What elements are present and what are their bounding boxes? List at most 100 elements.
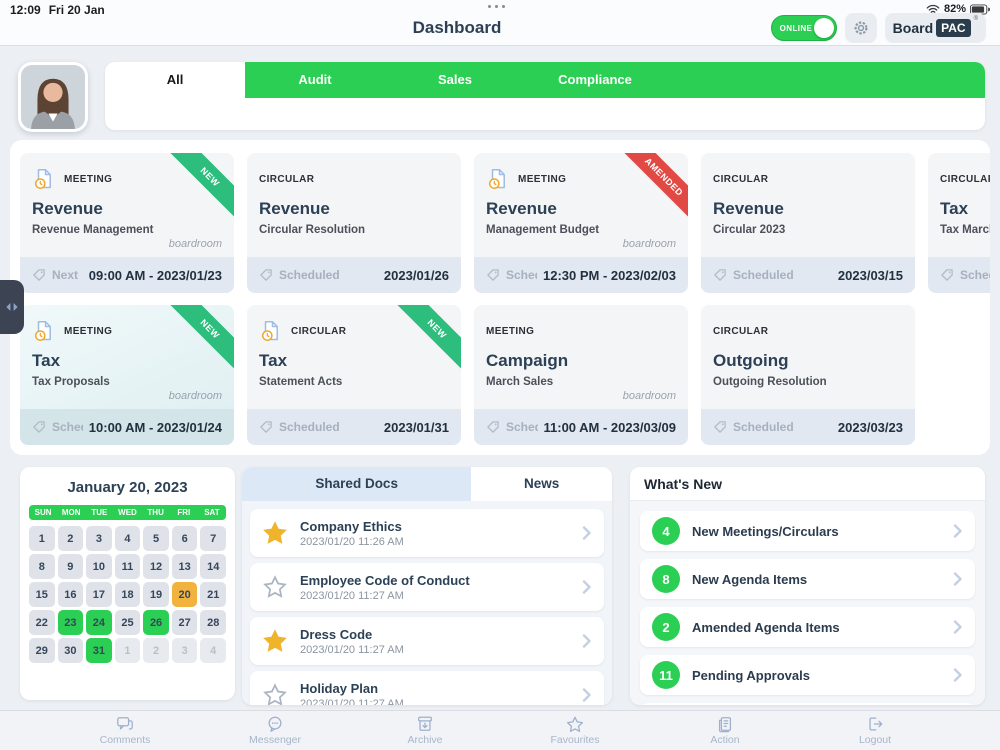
chevron-right-icon: [953, 668, 963, 682]
card-type-label: MEETING: [518, 174, 566, 185]
calendar-day[interactable]: 2: [143, 638, 169, 663]
shared-doc-item[interactable]: Employee Code of Conduct 2023/01/20 11:2…: [250, 563, 604, 611]
calendar-day[interactable]: 4: [200, 638, 226, 663]
card-datetime: 11:00 AM - 2023/03/09: [544, 420, 677, 435]
card-header: CIRCULAR: [713, 166, 903, 192]
toolbar-label: Archive: [407, 734, 442, 746]
logo-board-text: Board: [893, 20, 933, 36]
calendar-day[interactable]: 16: [58, 582, 84, 607]
card-title: Tax: [32, 351, 222, 371]
shared-doc-item[interactable]: Dress Code 2023/01/20 11:27 AM: [250, 617, 604, 665]
calendar-day[interactable]: 18: [115, 582, 141, 607]
calendar-day[interactable]: 1: [115, 638, 141, 663]
messenger-icon: [265, 715, 285, 733]
calendar-day[interactable]: 15: [29, 582, 55, 607]
whats-new-item[interactable]: 4 New Meetings/Circulars: [640, 511, 975, 551]
toolbar-logout-button[interactable]: Logout: [800, 711, 950, 750]
star-icon[interactable]: [262, 628, 288, 654]
calendar-day[interactable]: 31: [86, 638, 112, 663]
meeting-card[interactable]: CIRCULAR Tax Statement Acts NEW Schedule…: [247, 305, 461, 445]
calendar-day[interactable]: 29: [29, 638, 55, 663]
calendar-day[interactable]: 1: [29, 526, 55, 551]
calendar-day[interactable]: 12: [143, 554, 169, 579]
chevron-right-icon: [582, 688, 592, 702]
toolbar-archive-button[interactable]: Archive: [350, 711, 500, 750]
calendar-weekday-label: MON: [57, 505, 85, 520]
user-avatar[interactable]: [18, 62, 88, 132]
toolbar-action-button[interactable]: Action: [650, 711, 800, 750]
shared-doc-item[interactable]: Company Ethics 2023/01/20 11:26 AM: [250, 509, 604, 557]
docs-tab[interactable]: News: [471, 467, 612, 501]
calendar-day[interactable]: 3: [172, 638, 198, 663]
calendar-day[interactable]: 27: [172, 610, 198, 635]
calendar-day[interactable]: 24: [86, 610, 112, 635]
online-toggle[interactable]: ONLINE: [771, 15, 837, 41]
calendar-day[interactable]: 17: [86, 582, 112, 607]
meeting-card[interactable]: MEETING Revenue Revenue Management board…: [20, 153, 234, 293]
toolbar-messenger-button[interactable]: Messenger: [200, 711, 350, 750]
star-icon[interactable]: [262, 682, 288, 705]
calendar-day[interactable]: 13: [172, 554, 198, 579]
calendar-day[interactable]: 22: [29, 610, 55, 635]
shared-doc-item[interactable]: Holiday Plan 2023/01/20 11:27 AM: [250, 671, 604, 705]
calendar-day[interactable]: 25: [115, 610, 141, 635]
tag-icon: [713, 420, 727, 434]
filter-tab[interactable]: Sales: [385, 62, 525, 98]
calendar-day[interactable]: 26: [143, 610, 169, 635]
meeting-card[interactable]: CIRCULAR Revenue Circular 2023 Scheduled…: [701, 153, 915, 293]
calendar-day[interactable]: 8: [29, 554, 55, 579]
calendar-day[interactable]: 6: [172, 526, 198, 551]
card-title: Tax: [259, 351, 449, 371]
whats-new-item[interactable]: 11 Pending Approvals: [640, 655, 975, 695]
action-document-icon: [715, 715, 735, 733]
calendar-day[interactable]: 5: [143, 526, 169, 551]
calendar-day[interactable]: 19: [143, 582, 169, 607]
calendar-weekday-label: SUN: [29, 505, 57, 520]
calendar-day[interactable]: 4: [115, 526, 141, 551]
card-status-label: Scheduled: [279, 420, 378, 434]
calendar-day[interactable]: 7: [200, 526, 226, 551]
card-status-label: Next: [52, 268, 83, 282]
calendar-day[interactable]: 3: [86, 526, 112, 551]
calendar-day[interactable]: 23: [58, 610, 84, 635]
calendar-day[interactable]: 2: [58, 526, 84, 551]
card-title: Revenue: [259, 199, 449, 219]
meeting-card[interactable]: MEETING Revenue Management Budget boardr…: [474, 153, 688, 293]
calendar-day[interactable]: 28: [200, 610, 226, 635]
count-badge: 2: [652, 613, 680, 641]
whats-new-item[interactable]: 2 Amended Agenda Items: [640, 607, 975, 647]
doc-title: Employee Code of Conduct: [300, 573, 582, 588]
calendar-day[interactable]: 14: [200, 554, 226, 579]
filter-tab[interactable]: All: [105, 62, 245, 98]
filter-tab[interactable]: Audit: [245, 62, 385, 98]
settings-button[interactable]: [845, 13, 877, 43]
docs-tab[interactable]: Shared Docs: [242, 467, 471, 501]
filter-tab-row: AllAuditSalesCompliance: [105, 62, 665, 98]
star-icon[interactable]: [262, 574, 288, 600]
meeting-card[interactable]: CIRCULAR Revenue Circular Resolution Sch…: [247, 153, 461, 293]
filter-tab[interactable]: Compliance: [525, 62, 665, 98]
calendar-day[interactable]: 21: [200, 582, 226, 607]
toolbar-favourites-button[interactable]: Favourites: [500, 711, 650, 750]
calendar-day[interactable]: 10: [86, 554, 112, 579]
calendar-day[interactable]: 20: [172, 582, 198, 607]
toolbar-comments-button[interactable]: Comments: [50, 711, 200, 750]
meeting-card[interactable]: MEETING Campaign March Sales boardroom S…: [474, 305, 688, 445]
meeting-card[interactable]: CIRCULAR Outgoing Outgoing Resolution Sc…: [701, 305, 915, 445]
side-panel-handle[interactable]: [0, 280, 24, 334]
meeting-card[interactable]: MEETING Tax Tax Proposals boardroom NEW …: [20, 305, 234, 445]
card-room-label: boardroom: [169, 238, 222, 250]
meeting-card[interactable]: CIRCULAR Tax Tax March Scheduled: [928, 153, 990, 293]
star-icon[interactable]: [262, 520, 288, 546]
calendar-weekday-header: SUNMONTUEWEDTHUFRISAT: [29, 505, 226, 520]
calendar-day[interactable]: 11: [115, 554, 141, 579]
calendar-weekday-label: WED: [113, 505, 141, 520]
tag-icon: [32, 420, 46, 434]
calendar-day[interactable]: 30: [58, 638, 84, 663]
card-title: Revenue: [486, 199, 676, 219]
clock-date: Fri 20 Jan: [49, 3, 105, 17]
meeting-document-icon: [32, 167, 56, 191]
whats-new-item[interactable]: [640, 703, 975, 705]
calendar-day[interactable]: 9: [58, 554, 84, 579]
whats-new-item[interactable]: 8 New Agenda Items: [640, 559, 975, 599]
